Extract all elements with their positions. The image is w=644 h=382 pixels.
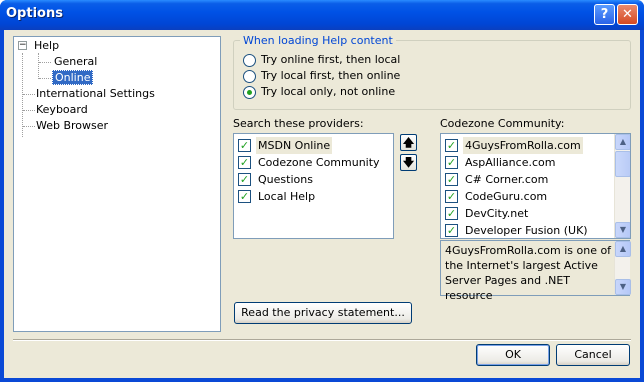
checkbox[interactable]: ✓ bbox=[238, 190, 251, 203]
list-item-label: Developer Fusion (UK) bbox=[465, 224, 588, 237]
list-item-label: Codezone Community bbox=[258, 156, 380, 169]
description-scrollbar[interactable]: ▲ ▼ bbox=[614, 241, 631, 295]
collapse-icon[interactable]: − bbox=[18, 41, 27, 50]
options-dialog: Options ? ✕ − Help General Online Intern… bbox=[0, 0, 644, 382]
arrow-down-icon: 🡇 bbox=[402, 156, 415, 169]
providers-label: Search these providers: bbox=[233, 117, 364, 130]
description-text: 4GuysFromRolla.com is one of the Interne… bbox=[445, 244, 612, 302]
title-bar[interactable]: Options ? ✕ bbox=[0, 0, 644, 30]
list-item-label: C# Corner.com bbox=[465, 173, 549, 186]
codezone-description: 4GuysFromRolla.com is one of the Interne… bbox=[440, 240, 631, 302]
privacy-statement-button[interactable]: Read the privacy statement... bbox=[234, 302, 412, 324]
list-item-label: AspAlliance.com bbox=[465, 156, 556, 169]
tree-item-general[interactable]: General bbox=[54, 54, 97, 69]
cancel-button[interactable]: Cancel bbox=[556, 344, 630, 366]
providers-list[interactable]: ✓ MSDN Online ✓ Codezone Community ✓ Que… bbox=[233, 133, 394, 239]
scroll-down-icon[interactable]: ▼ bbox=[615, 222, 630, 238]
tree-line bbox=[23, 110, 35, 111]
radio-label: Try local only, not online bbox=[261, 85, 396, 98]
tree-line bbox=[39, 62, 51, 63]
tree-item-web-browser[interactable]: Web Browser bbox=[36, 118, 108, 133]
checkbox[interactable]: ✓ bbox=[238, 173, 251, 186]
list-item-label: DevCity.net bbox=[465, 207, 529, 220]
tree-item-international-settings[interactable]: International Settings bbox=[36, 86, 155, 101]
move-up-button[interactable]: 🡅 bbox=[400, 134, 417, 151]
tree-item-help[interactable]: Help bbox=[34, 38, 59, 53]
radio-button-selected[interactable] bbox=[243, 86, 256, 99]
scroll-thumb[interactable] bbox=[615, 151, 630, 177]
codezone-list[interactable]: ✓ 4GuysFromRolla.com ✓ AspAlliance.com ✓… bbox=[440, 133, 631, 239]
help-button[interactable]: ? bbox=[594, 4, 615, 25]
tree-item-online[interactable]: Online bbox=[52, 70, 94, 85]
move-down-button[interactable]: 🡇 bbox=[400, 154, 417, 171]
window-title: Options bbox=[6, 6, 63, 21]
loading-group-title: When loading Help content bbox=[240, 34, 396, 47]
scroll-up-icon[interactable]: ▲ bbox=[615, 241, 631, 257]
list-item-label: MSDN Online bbox=[256, 137, 333, 154]
tree-line bbox=[38, 53, 39, 79]
scroll-down-icon[interactable]: ▼ bbox=[615, 279, 631, 295]
tree-line bbox=[39, 78, 51, 79]
arrow-up-icon: 🡅 bbox=[402, 136, 415, 149]
tree-item-keyboard[interactable]: Keyboard bbox=[36, 102, 88, 117]
radio-label: Try online first, then local bbox=[261, 53, 401, 66]
separator bbox=[13, 339, 631, 341]
options-tree[interactable]: − Help General Online International Sett… bbox=[13, 36, 221, 332]
checkbox[interactable]: ✓ bbox=[445, 224, 458, 237]
tree-line bbox=[23, 126, 35, 127]
list-item-label: Local Help bbox=[258, 190, 316, 203]
radio-dot-icon bbox=[247, 90, 252, 95]
tree-line bbox=[22, 53, 23, 137]
list-item-label: CodeGuru.com bbox=[465, 190, 548, 203]
radio-button[interactable] bbox=[243, 70, 256, 83]
ok-button[interactable]: OK bbox=[476, 344, 550, 366]
radio-label: Try local first, then online bbox=[261, 69, 401, 82]
radio-button[interactable] bbox=[243, 54, 256, 67]
list-item-label: Questions bbox=[258, 173, 313, 186]
tree-line bbox=[23, 94, 35, 95]
checkbox[interactable]: ✓ bbox=[238, 156, 251, 169]
checkbox[interactable]: ✓ bbox=[238, 139, 251, 152]
codezone-scrollbar[interactable]: ▲ ▼ bbox=[614, 134, 630, 238]
checkbox[interactable]: ✓ bbox=[445, 156, 458, 169]
codezone-label: Codezone Community: bbox=[440, 117, 565, 130]
close-button[interactable]: ✕ bbox=[617, 4, 638, 25]
checkbox[interactable]: ✓ bbox=[445, 139, 458, 152]
checkbox[interactable]: ✓ bbox=[445, 190, 458, 203]
dialog-body: − Help General Online International Sett… bbox=[4, 30, 640, 378]
checkbox[interactable]: ✓ bbox=[445, 207, 458, 220]
checkbox[interactable]: ✓ bbox=[445, 173, 458, 186]
list-item-label: 4GuysFromRolla.com bbox=[463, 137, 583, 154]
scroll-up-icon[interactable]: ▲ bbox=[615, 134, 630, 150]
